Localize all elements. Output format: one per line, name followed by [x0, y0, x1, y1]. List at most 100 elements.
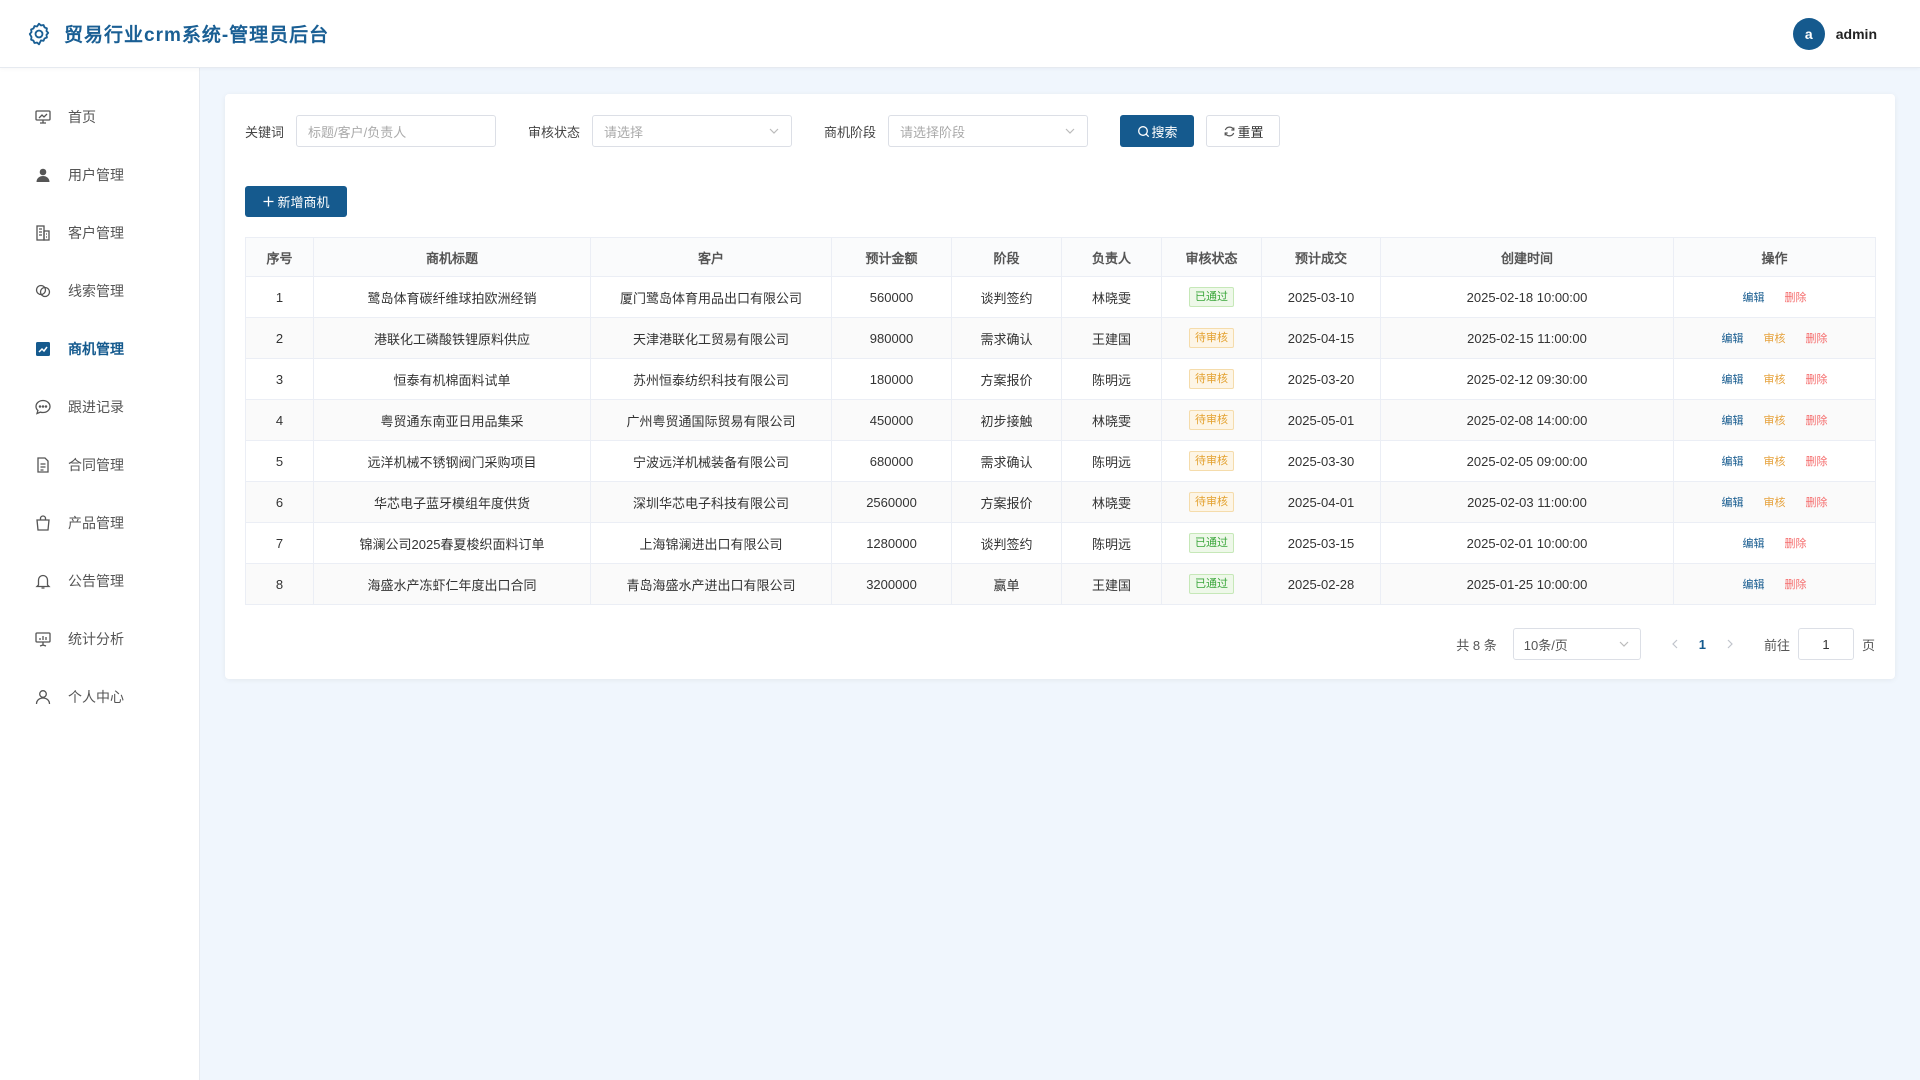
- sidebar-item-analytics[interactable]: 统计分析: [0, 610, 199, 668]
- cell-no: 2: [245, 317, 314, 359]
- status-badge: 待审核: [1189, 492, 1234, 512]
- cell-stage: 赢单: [951, 563, 1062, 605]
- row-actions: 编辑 审核 删除: [1722, 494, 1828, 510]
- delete-link[interactable]: 删除: [1785, 576, 1807, 592]
- sidebar-item-users[interactable]: 用户管理: [0, 146, 199, 204]
- sidebar-item-opportunities[interactable]: 商机管理: [0, 320, 199, 378]
- row-actions: 编辑 删除: [1743, 535, 1807, 551]
- column-header[interactable]: 负责人: [1061, 237, 1162, 277]
- cell-owner: 林晓雯: [1061, 399, 1162, 441]
- sidebar-item-announcements[interactable]: 公告管理: [0, 552, 199, 610]
- page-size-select[interactable]: 10条/页: [1512, 628, 1641, 660]
- cell-amount: 980000: [831, 317, 952, 359]
- stage-placeholder: 请选择阶段: [900, 124, 966, 140]
- column-header[interactable]: 审核状态: [1161, 237, 1262, 277]
- keyword-label: 关键词: [245, 124, 285, 140]
- column-header[interactable]: 创建时间: [1380, 237, 1674, 277]
- audit-status-placeholder: 请选择: [604, 124, 644, 140]
- edit-link[interactable]: 编辑: [1722, 371, 1744, 387]
- cell-no: 1: [245, 276, 314, 318]
- cell-status: 已通过: [1161, 276, 1262, 318]
- stage-select[interactable]: 请选择阶段: [888, 115, 1089, 147]
- sidebar-item-home[interactable]: 首页: [0, 88, 199, 146]
- table-row: 3 恒泰有机棉面料试单 苏州恒泰纺织科技有限公司 180000 方案报价 陈明远 待审核 20…: [245, 358, 1876, 400]
- table-row: 1 鹭岛体育碳纤维球拍欧洲经销 厦门鹭岛体育用品出口有限公司 560000 谈判签约 林晓…: [245, 276, 1876, 318]
- sidebar-item-label: 线索管理: [68, 283, 124, 299]
- user-menu[interactable]: a admin: [1792, 17, 1877, 50]
- next-page-icon[interactable]: [1724, 638, 1736, 650]
- trend-chart-icon: [34, 340, 52, 358]
- cell-status: 已通过: [1161, 522, 1262, 564]
- keyword-placeholder: 标题/客户/负责人: [308, 124, 407, 140]
- sidebar-item-label: 首页: [68, 109, 96, 125]
- delete-link[interactable]: 删除: [1785, 535, 1807, 551]
- row-actions: 编辑 审核 删除: [1722, 453, 1828, 469]
- username[interactable]: admin: [1836, 26, 1877, 42]
- cell-owner: 王建国: [1061, 563, 1162, 605]
- avatar[interactable]: a: [1792, 17, 1825, 50]
- sidebar-item-profile[interactable]: 个人中心: [0, 668, 199, 726]
- delete-link[interactable]: 删除: [1806, 412, 1828, 428]
- edit-link[interactable]: 编辑: [1722, 494, 1744, 510]
- audit-link[interactable]: 审核: [1764, 330, 1786, 346]
- table-body: 1 鹭岛体育碳纤维球拍欧洲经销 厦门鹭岛体育用品出口有限公司 560000 谈判签约 林晓…: [245, 276, 1876, 605]
- cell-owner: 陈明远: [1061, 358, 1162, 400]
- sidebar-item-leads[interactable]: 线索管理: [0, 262, 199, 320]
- edit-link[interactable]: 编辑: [1743, 535, 1765, 551]
- cell-no: 3: [245, 358, 314, 400]
- cell-status: 待审核: [1161, 481, 1262, 523]
- cell-created: 2025-02-05 09:00:00: [1380, 440, 1674, 482]
- cell-no: 8: [245, 563, 314, 605]
- page-number-current[interactable]: 1: [1699, 637, 1706, 652]
- keyword-input[interactable]: 标题/客户/负责人: [296, 115, 497, 147]
- reset-button[interactable]: 重置: [1206, 115, 1281, 147]
- cell-status: 已通过: [1161, 563, 1262, 605]
- column-header[interactable]: 预计金额: [831, 237, 952, 277]
- sidebar-item-customers[interactable]: 客户管理: [0, 204, 199, 262]
- column-header[interactable]: 阶段: [951, 237, 1062, 277]
- column-header[interactable]: 预计成交: [1261, 237, 1381, 277]
- column-header[interactable]: 商机标题: [313, 237, 591, 277]
- edit-link[interactable]: 编辑: [1722, 453, 1744, 469]
- table-row: 5 远洋机械不锈钢阀门采购项目 宁波远洋机械装备有限公司 680000 需求确认 陈明远 待…: [245, 440, 1876, 482]
- column-header[interactable]: 序号: [245, 237, 314, 277]
- delete-link[interactable]: 删除: [1785, 289, 1807, 305]
- sidebar-item-label: 客户管理: [68, 225, 124, 241]
- delete-link[interactable]: 删除: [1806, 371, 1828, 387]
- audit-link[interactable]: 审核: [1764, 494, 1786, 510]
- prev-page-icon[interactable]: [1669, 638, 1681, 650]
- delete-link[interactable]: 删除: [1806, 494, 1828, 510]
- cell-title: 恒泰有机棉面料试单: [313, 358, 591, 400]
- cell-amount: 3200000: [831, 563, 952, 605]
- sidebar-item-followups[interactable]: 跟进记录: [0, 378, 199, 436]
- cell-owner: 陈明远: [1061, 440, 1162, 482]
- column-header[interactable]: 操作: [1673, 237, 1876, 277]
- status-badge: 待审核: [1189, 369, 1234, 389]
- row-actions: 编辑 审核 删除: [1722, 371, 1828, 387]
- column-header[interactable]: 客户: [590, 237, 832, 277]
- edit-link[interactable]: 编辑: [1722, 330, 1744, 346]
- edit-link[interactable]: 编辑: [1743, 576, 1765, 592]
- edit-link[interactable]: 编辑: [1722, 412, 1744, 428]
- delete-link[interactable]: 删除: [1806, 330, 1828, 346]
- row-actions: 编辑 删除: [1743, 289, 1807, 305]
- audit-link[interactable]: 审核: [1764, 453, 1786, 469]
- cell-title: 鹭岛体育碳纤维球拍欧洲经销: [313, 276, 591, 318]
- cell-actions: 编辑 审核 删除: [1673, 358, 1876, 400]
- sidebar-item-contracts[interactable]: 合同管理: [0, 436, 199, 494]
- add-opportunity-button[interactable]: 新增商机: [245, 186, 347, 217]
- audit-link[interactable]: 审核: [1764, 371, 1786, 387]
- search-button[interactable]: 搜索: [1120, 115, 1195, 147]
- audit-status-select[interactable]: 请选择: [592, 115, 793, 147]
- table-row: 8 海盛水产冻虾仁年度出口合同 青岛海盛水产进出口有限公司 3200000 赢单 王建国 已…: [245, 563, 1876, 605]
- table-row: 7 锦澜公司2025春夏梭织面料订单 上海锦澜进出口有限公司 1280000 谈判签约陈…: [245, 522, 1876, 564]
- sidebar-item-products[interactable]: 产品管理: [0, 494, 199, 552]
- delete-link[interactable]: 删除: [1806, 453, 1828, 469]
- cell-no: 7: [245, 522, 314, 564]
- cell-status: 待审核: [1161, 317, 1262, 359]
- goto-page-input[interactable]: [1797, 628, 1854, 660]
- status-badge: 已通过: [1189, 287, 1234, 307]
- cell-title: 粤贸通东南亚日用品集采: [313, 399, 591, 441]
- audit-link[interactable]: 审核: [1764, 412, 1786, 428]
- edit-link[interactable]: 编辑: [1743, 289, 1765, 305]
